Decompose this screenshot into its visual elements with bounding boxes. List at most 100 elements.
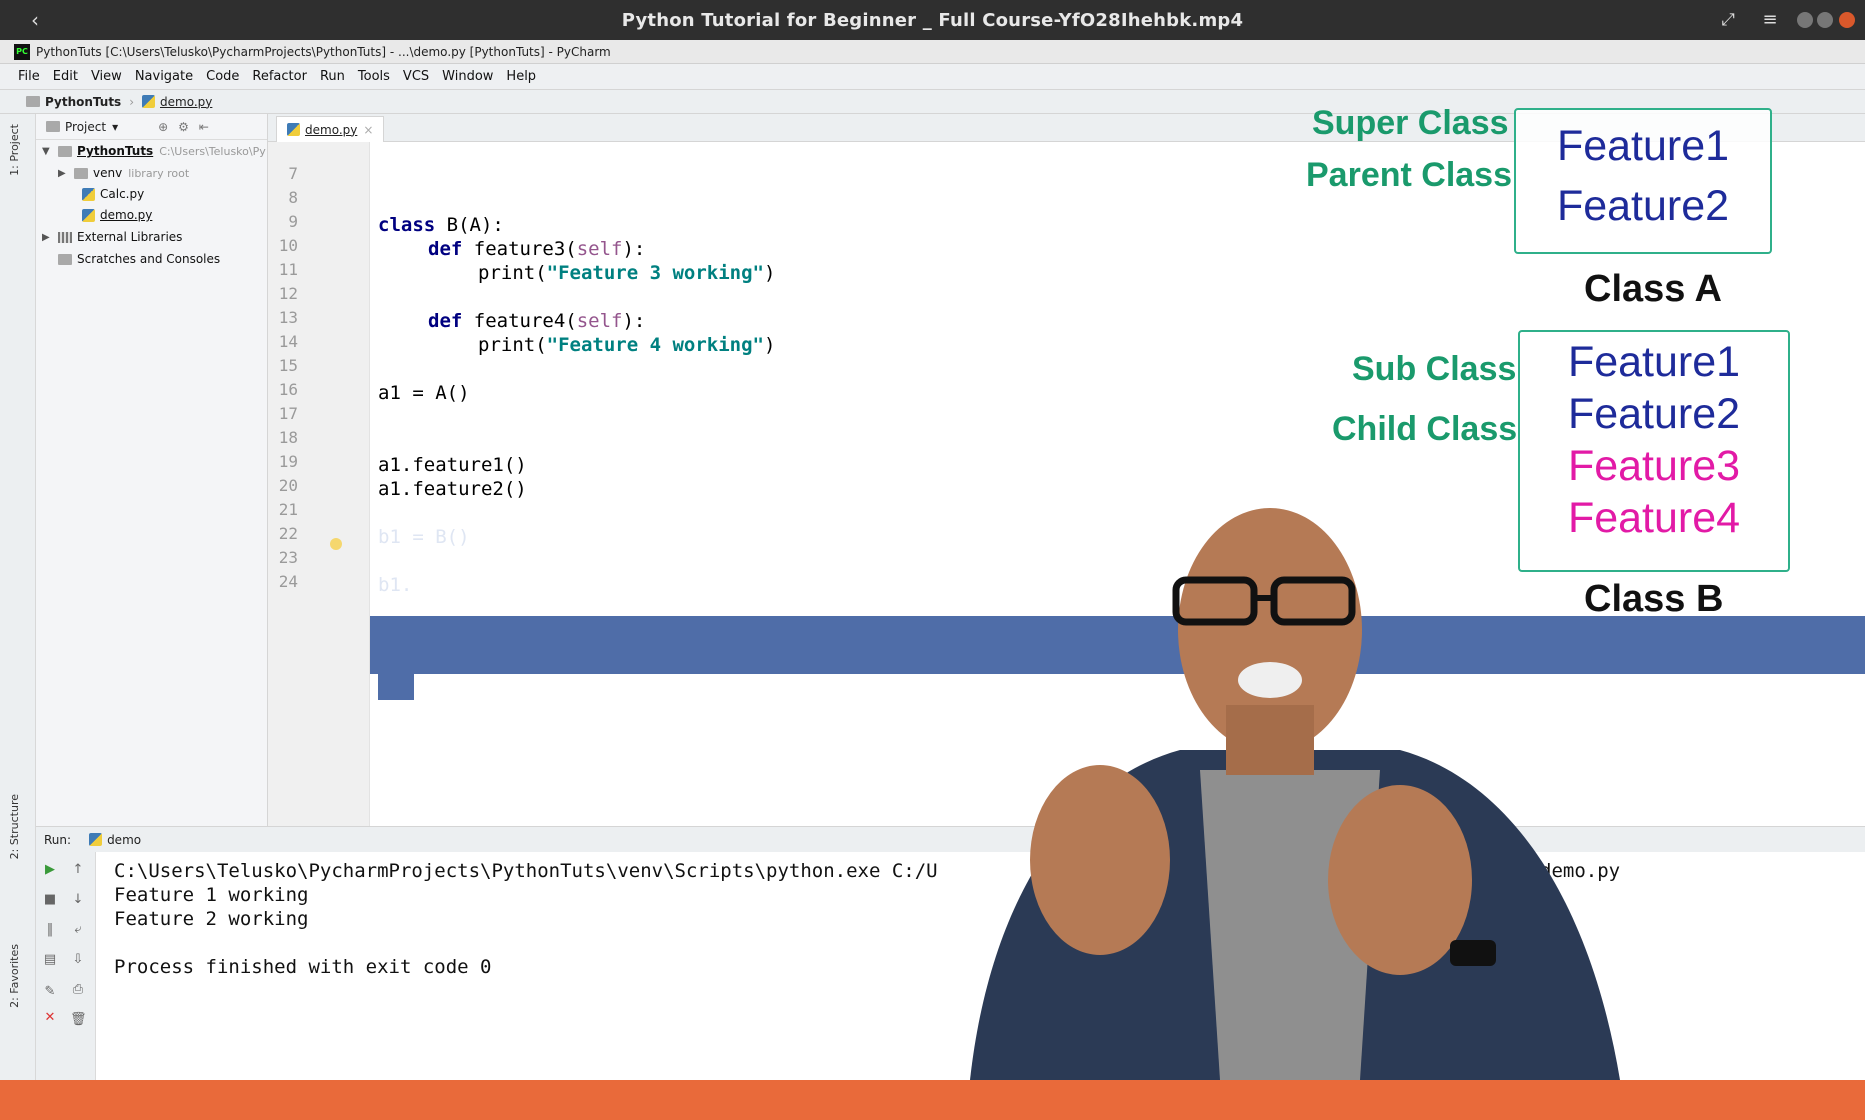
maximize-button[interactable] xyxy=(1817,12,1833,28)
pause-icon[interactable]: ‖ xyxy=(42,922,58,938)
line-number: 24 xyxy=(278,572,298,591)
line-number: 18 xyxy=(278,428,298,447)
run-label: Run: xyxy=(44,832,72,847)
code-line-16: a1 = A() xyxy=(378,382,470,404)
video-frame[interactable]: PC PythonTuts [C:\Users\Telusko\PycharmP… xyxy=(0,40,1865,1080)
code-line-10: def feature3(self): xyxy=(428,238,646,260)
line-number: 22 xyxy=(278,524,298,543)
sync-icon[interactable]: ⊕ xyxy=(158,120,168,134)
watch-icon xyxy=(1450,940,1496,966)
class-b-feature2: Feature2 xyxy=(1567,390,1741,438)
library-icon xyxy=(58,231,72,243)
video-title: Python Tutorial for Beginner _ Full Cour… xyxy=(621,9,1244,31)
code-line-20: a1.feature2() xyxy=(378,478,527,500)
print-icon[interactable]: ⎙ xyxy=(70,982,86,998)
hamburger-menu-icon[interactable]: ≡ xyxy=(1755,6,1785,34)
project-view-select[interactable]: Project xyxy=(65,120,106,134)
presenter-neck xyxy=(1226,705,1314,775)
pycharm-menubar: File Edit View Navigate Code Refactor Ru… xyxy=(0,64,1865,90)
class-a-box: Feature1 Feature2 xyxy=(1514,108,1772,254)
breadcrumb-file[interactable]: demo.py xyxy=(142,95,212,109)
code-line-13: def feature4(self): xyxy=(428,310,646,332)
line-number: 14 xyxy=(278,332,298,351)
line-number: 7 xyxy=(288,164,298,183)
chevron-right-icon: › xyxy=(129,94,135,109)
line-number: 16 xyxy=(278,380,298,399)
chevron-down-icon[interactable]: ▾ xyxy=(112,120,118,134)
presenter-mouth xyxy=(1238,662,1302,698)
folder-icon xyxy=(74,167,88,179)
video-progress-bar[interactable] xyxy=(0,1080,1865,1120)
sub-class-label: Sub Class xyxy=(1352,350,1517,388)
tree-root[interactable]: ▼ PythonTuts C:\Users\Telusko\Py xyxy=(42,144,266,158)
menu-run[interactable]: Run xyxy=(320,69,345,84)
dump-threads-icon[interactable]: ▤ xyxy=(42,952,58,968)
soft-wrap-icon[interactable]: ⤶ xyxy=(70,922,86,938)
line-number: 17 xyxy=(278,404,298,423)
close-button[interactable] xyxy=(1839,12,1855,28)
menu-window[interactable]: Window xyxy=(442,69,493,84)
menu-code[interactable]: Code xyxy=(206,69,239,84)
run-config-tab[interactable]: demo xyxy=(107,833,141,847)
tab-demo-py[interactable]: demo.py × xyxy=(276,116,385,142)
tree-file-demo[interactable]: demo.py xyxy=(82,208,152,222)
menu-navigate[interactable]: Navigate xyxy=(135,69,193,84)
line-number: 15 xyxy=(278,356,298,375)
close-icon[interactable]: ✕ xyxy=(42,1010,58,1026)
scroll-to-end-icon[interactable]: ⇩ xyxy=(70,952,86,968)
code-line-22: b1 = B() xyxy=(378,526,470,548)
trash-icon[interactable]: 🗑 xyxy=(70,1012,87,1028)
tree-external-libraries[interactable]: ▶ External Libraries xyxy=(42,230,182,244)
side-tab-structure[interactable]: 2: Structure xyxy=(8,794,21,859)
chevron-right-icon: ▶ xyxy=(42,231,50,243)
python-file-icon xyxy=(82,187,95,201)
tree-venv[interactable]: ▶ venv library root xyxy=(58,166,189,180)
side-tab-project[interactable]: 1: Project xyxy=(8,124,21,176)
pin-icon[interactable]: ✎ xyxy=(42,984,58,1000)
python-file-icon xyxy=(287,123,300,136)
menu-view[interactable]: View xyxy=(91,69,122,84)
collapse-icon[interactable]: ⇤ xyxy=(199,120,209,134)
menu-edit[interactable]: Edit xyxy=(53,69,78,84)
code-line-19: a1.feature1() xyxy=(378,454,527,476)
presenter-video xyxy=(970,508,1620,1080)
chevron-down-icon: ▼ xyxy=(42,145,50,157)
back-arrow-icon[interactable]: ‹ xyxy=(22,8,48,32)
stop-icon[interactable]: ■ xyxy=(42,892,58,908)
breadcrumb-project[interactable]: PythonTuts xyxy=(26,95,121,109)
menu-help[interactable]: Help xyxy=(506,69,536,84)
gear-icon[interactable]: ⚙ xyxy=(178,120,189,134)
pycharm-logo-icon: PC xyxy=(14,43,30,60)
folder-icon xyxy=(26,96,40,107)
menu-vcs[interactable]: VCS xyxy=(403,69,429,84)
tree-scratches[interactable]: Scratches and Consoles xyxy=(58,252,220,266)
scroll-down-icon[interactable]: ↓ xyxy=(70,892,86,908)
code-line-9: class B(A): xyxy=(378,214,504,236)
menu-refactor[interactable]: Refactor xyxy=(252,69,307,84)
side-tab-favorites[interactable]: 2: Favorites xyxy=(8,944,21,1008)
code-line-24: b1. xyxy=(378,574,413,596)
line-number: 21 xyxy=(278,500,298,519)
minimize-button[interactable] xyxy=(1797,12,1813,28)
presenter-left-hand xyxy=(1030,765,1170,955)
menu-file[interactable]: File xyxy=(18,69,40,84)
class-b-feature1: Feature1 xyxy=(1567,338,1741,386)
line-number: 11 xyxy=(278,260,298,279)
line-number: 10 xyxy=(278,236,298,255)
rerun-icon[interactable]: ▶ xyxy=(42,862,58,878)
line-number: 9 xyxy=(288,212,298,231)
pycharm-titlebar: PC PythonTuts [C:\Users\Telusko\PycharmP… xyxy=(0,40,1865,64)
project-panel: Project ▾ ⊕ ⚙ ⇤ ▼ PythonTuts C:\Users\Te… xyxy=(36,114,268,826)
text-selection xyxy=(378,674,414,700)
console-command: C:\Users\Telusko\PycharmProjects\PythonT… xyxy=(114,860,938,882)
project-view-icon xyxy=(46,121,60,132)
close-tab-icon[interactable]: × xyxy=(363,123,373,137)
project-toolbar: Project ▾ ⊕ ⚙ ⇤ xyxy=(36,114,267,140)
scroll-up-icon[interactable]: ↑ xyxy=(70,862,86,878)
lightbulb-icon[interactable] xyxy=(330,538,342,550)
child-class-label: Child Class xyxy=(1332,410,1518,448)
tree-file-calc[interactable]: Calc.py xyxy=(82,187,144,201)
left-tool-strip: 1: Project 2: Structure 2: Favorites xyxy=(0,114,36,1080)
fullscreen-icon[interactable]: ⤢ xyxy=(1713,6,1743,34)
menu-tools[interactable]: Tools xyxy=(358,69,390,84)
